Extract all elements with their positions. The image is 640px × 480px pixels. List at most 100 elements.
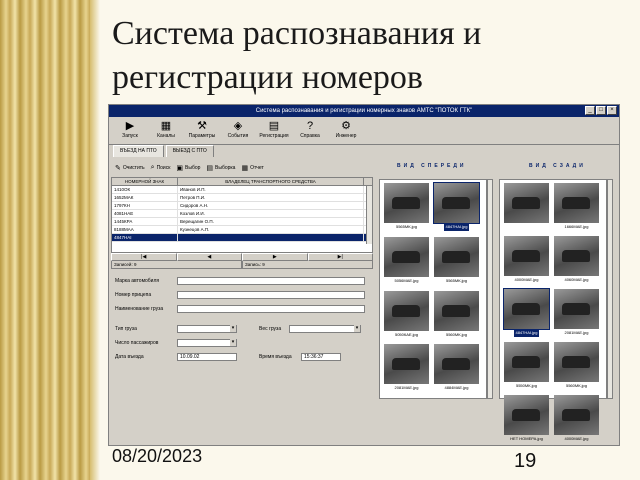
car-photo[interactable]	[384, 290, 429, 331]
front-thumbnail[interactable]: 5565МК.jpg	[383, 183, 430, 233]
car-photo[interactable]	[554, 395, 599, 435]
car-photo[interactable]	[434, 344, 479, 385]
toolbar-button-6[interactable]: ⚙ Инженер	[331, 119, 361, 142]
left-panel: ✎ Очистить ⌕ Поиск ▣ Выбор ▤ Выборка ▦ Отчет НОМЕ…	[111, 161, 373, 445]
cargo-type-select[interactable]	[177, 325, 237, 333]
front-thumbnail[interactable]: 5560МК.jpg	[433, 290, 480, 341]
time-label: Время въезда	[259, 354, 292, 360]
front-thumbnail[interactable]: 4884МАЕ.jpg	[433, 344, 480, 394]
make-field[interactable]	[177, 277, 365, 285]
rear-thumbnail[interactable]: 4060МАЕ.jpg	[553, 236, 600, 286]
car-photo[interactable]	[504, 183, 549, 223]
rear-thumbnail[interactable]: НЕТ НОМЕРА.jpg	[503, 395, 550, 445]
slide-number: 19	[514, 450, 537, 472]
action-label: Поиск	[156, 165, 171, 171]
car-photo[interactable]	[434, 236, 479, 277]
plate-cell: 1797КН	[112, 202, 178, 209]
report-icon: ▦	[241, 165, 249, 172]
table-row[interactable]: 4081НАЕ Козлов И.И.	[112, 210, 372, 218]
rear-thumbnail[interactable]: 1666МАЕ.jpg	[553, 183, 600, 233]
search-icon: ⌕	[150, 164, 155, 171]
rear-thumbnail[interactable]: 5560МК.jpg	[553, 342, 600, 392]
action-button-3[interactable]: ▤ Выборка	[206, 164, 235, 172]
toolbar-button-1[interactable]: ▦ Каналы	[151, 119, 181, 142]
front-thumbnail[interactable]: 2081МАЕ.jpg	[383, 344, 430, 394]
nav-button-2[interactable]: ▶	[242, 253, 308, 261]
car-photo[interactable]	[384, 236, 429, 277]
rear-thumbnail[interactable]	[503, 183, 550, 233]
cargo-field[interactable]	[177, 305, 365, 313]
front-thumbnail[interactable]: 5050КАЕ.jpg	[383, 290, 430, 341]
car-photo[interactable]	[554, 289, 599, 329]
action-button-0[interactable]: ✎ Очистить	[115, 164, 145, 172]
rear-thumbnail[interactable]: 4847НАI.jpg	[503, 288, 550, 339]
table-row[interactable]: 1652МАК Петров П.И.	[112, 194, 372, 202]
rear-thumbnail[interactable]: 4000МАЕ.jpg	[503, 236, 550, 286]
front-thumbnail[interactable]: 5056МАЕ.jpg	[383, 236, 430, 287]
minimize-button[interactable]: _	[585, 106, 595, 115]
record-navigator: |◀ ◀ ▶ ▶|	[111, 253, 373, 261]
action-button-1[interactable]: ⌕ Поиск	[151, 164, 171, 172]
trailer-field[interactable]	[177, 291, 365, 299]
column-owner[interactable]: ВЛАДЕЛЕЦ ТРАНСПОРТНОГО СРЕДСТВА	[178, 178, 364, 185]
photo-caption: 4884МАЕ.jpg	[444, 385, 469, 391]
front-thumbnail[interactable]: 5565МК.jpg	[433, 236, 480, 287]
plate-cell: 4847НАI	[112, 234, 178, 241]
rear-thumbnail[interactable]: 5550МК.jpg	[503, 342, 550, 392]
toolbar-label: Параметры	[188, 133, 216, 139]
toolbar-button-3[interactable]: ◈ События	[223, 119, 253, 142]
car-photo[interactable]	[554, 183, 599, 223]
toolbar-label: Справка	[300, 133, 320, 139]
front-scrollbar[interactable]	[487, 179, 493, 399]
rear-thumbnail[interactable]: 4000МАЕ.jpg	[553, 395, 600, 445]
toolbar-button-0[interactable]: ▶ Запуск	[115, 119, 145, 142]
car-photo[interactable]	[503, 288, 550, 330]
car-photo[interactable]	[384, 344, 429, 385]
toolbar-button-4[interactable]: ▤ Регистрация	[259, 119, 289, 142]
nav-button-1[interactable]: ◀	[176, 253, 242, 261]
grid-scrollbar[interactable]	[366, 186, 372, 244]
car-photo[interactable]	[433, 182, 480, 224]
close-button[interactable]: ×	[607, 106, 617, 115]
table-row[interactable]: 4847НАI	[112, 234, 372, 242]
action-button-4[interactable]: ▦ Отчет	[241, 164, 263, 172]
window-titlebar: Система распознавания и регистрации номе…	[109, 105, 619, 117]
car-photo[interactable]	[434, 290, 479, 331]
toolbar-button-5[interactable]: ? Справка	[295, 119, 325, 142]
nav-button-0[interactable]: |◀	[111, 253, 177, 261]
tab-entry[interactable]: ВЪЕЗД НА ПТО	[113, 145, 164, 157]
table-row[interactable]: 1797КН Сидоров А.Н.	[112, 202, 372, 210]
nav-button-3[interactable]: ▶|	[307, 253, 373, 261]
car-photo[interactable]	[504, 342, 549, 382]
time-field[interactable]: 15:36:37	[301, 353, 341, 361]
plates-grid: НОМЕРНОЙ ЗНАК ВЛАДЕЛЕЦ ТРАНСПОРТНОГО СРЕ…	[111, 177, 373, 253]
car-photo[interactable]	[504, 236, 549, 276]
photo-caption: 5560МК.jpg	[445, 331, 467, 337]
action-label: Отчет	[250, 165, 264, 171]
action-button-2[interactable]: ▣ Выбор	[176, 164, 200, 172]
cargo-label: Наименование груза	[115, 306, 164, 312]
date-field[interactable]: 10.09.02	[177, 353, 237, 361]
weight-select[interactable]	[289, 325, 361, 333]
owner-cell: Козлов И.И.	[178, 210, 364, 217]
car-photo[interactable]	[554, 342, 599, 382]
passengers-select[interactable]	[177, 339, 237, 347]
plate-cell: 8188МАА	[112, 226, 178, 233]
front-thumbnail[interactable]: 4847НАI.jpg	[433, 182, 480, 233]
engineer-icon: ⚙	[341, 120, 351, 132]
maximize-button[interactable]: □	[596, 106, 606, 115]
table-row[interactable]: 1410ОК Иванов И.П.	[112, 186, 372, 194]
rear-scrollbar[interactable]	[607, 179, 613, 399]
photo-caption: 5565МК.jpg	[395, 224, 417, 229]
select-icon: ▣	[176, 165, 184, 172]
table-row[interactable]: 8188МАА Кузнецов А.П.	[112, 226, 372, 234]
rear-thumbnail[interactable]: 2081МАЕ.jpg	[553, 289, 600, 339]
car-photo[interactable]	[384, 183, 429, 223]
car-photo[interactable]	[554, 236, 599, 276]
tab-exit[interactable]: ВЫЕЗД С ПТО	[165, 145, 214, 157]
column-plate[interactable]: НОМЕРНОЙ ЗНАК	[112, 178, 178, 185]
car-photo[interactable]	[504, 395, 549, 435]
table-row[interactable]: 1445КРА Верещагин О.П.	[112, 218, 372, 226]
toolbar-button-2[interactable]: ⚒ Параметры	[187, 119, 217, 142]
owner-cell	[178, 234, 364, 241]
